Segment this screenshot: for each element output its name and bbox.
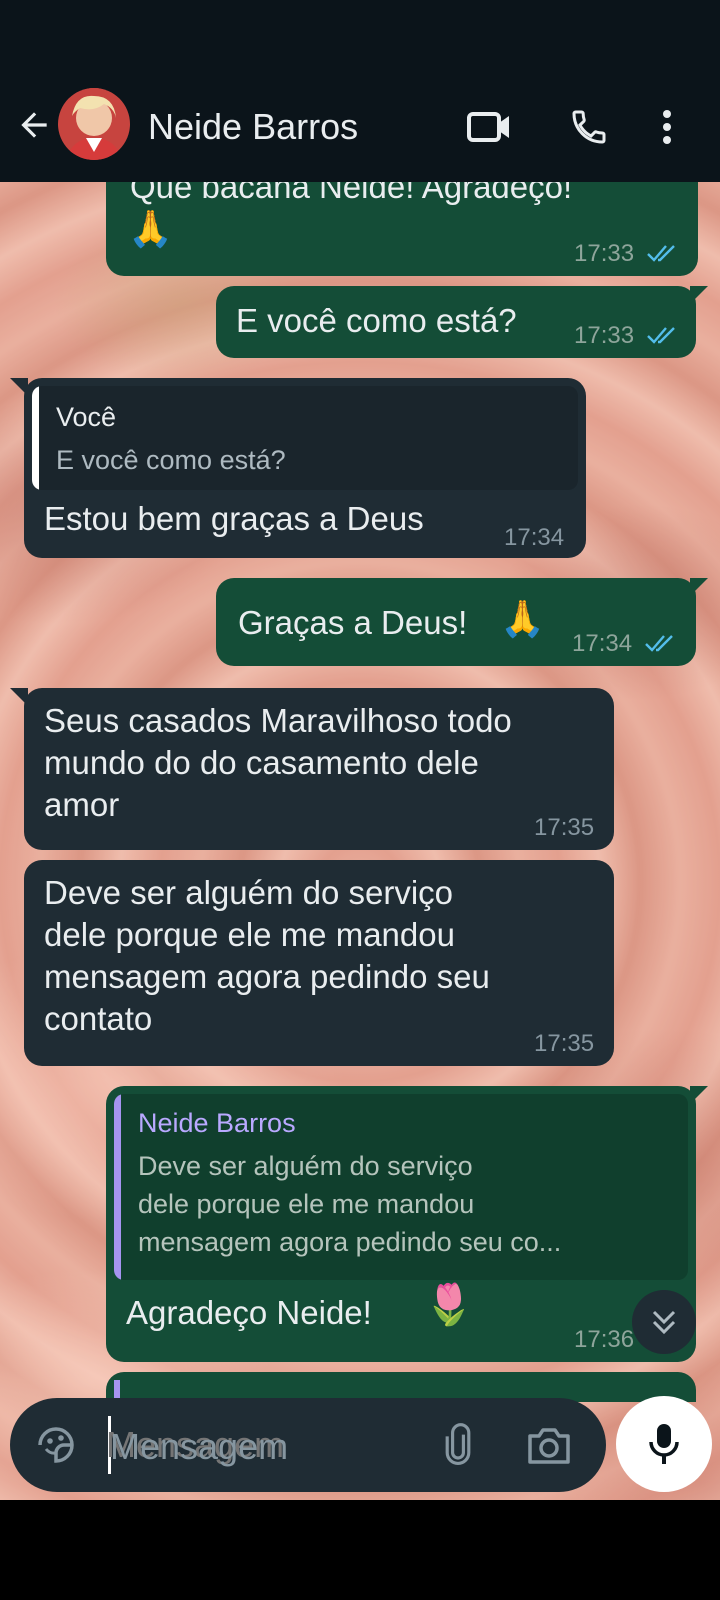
avatar-image xyxy=(58,88,130,160)
message-composer: Mensagem xyxy=(10,1398,606,1492)
quote-text: E você como está? xyxy=(56,445,286,475)
scroll-to-bottom-button[interactable] xyxy=(632,1290,696,1354)
camera-button[interactable] xyxy=(526,1424,574,1466)
message-input-placeholder: Mensagem xyxy=(110,1426,289,1467)
emoji-praying-hands: 🙏 xyxy=(500,598,545,639)
voice-call-button[interactable] xyxy=(564,102,614,152)
double-chevron-down-icon xyxy=(652,1310,676,1335)
message-bubble-incoming[interactable]: Você E você como está? Estou bem graças … xyxy=(24,378,586,558)
message-bubble-outgoing[interactable]: E você como está? 17:33 xyxy=(216,286,696,358)
message-line: Seus casados Maravilhoso todo xyxy=(44,702,512,739)
message-line: dele porque ele me mandou xyxy=(44,916,455,953)
read-ticks-icon xyxy=(647,327,675,344)
attach-button[interactable] xyxy=(440,1422,476,1468)
emoji-tulip: 🌷 xyxy=(424,1283,474,1327)
quote-line: mensagem agora pedindo seu co... xyxy=(138,1227,562,1257)
contact-avatar[interactable] xyxy=(58,88,130,160)
message-line: mensagem agora pedindo seu xyxy=(44,958,490,995)
message-bubble-incoming[interactable]: Deve ser alguém do serviço dele porque e… xyxy=(24,860,614,1066)
quote-line: Deve ser alguém do serviço xyxy=(138,1151,473,1181)
message-time: 17:35 xyxy=(534,814,595,841)
message-bubble-outgoing[interactable]: Graças a Deus! 🙏 17:34 xyxy=(216,578,696,666)
quote-bar xyxy=(114,1094,121,1280)
message-time: 17:34 xyxy=(504,524,565,551)
contact-name[interactable]: Neide Barros xyxy=(148,106,358,148)
arrow-left-icon xyxy=(21,112,47,138)
camera-icon xyxy=(528,1428,570,1464)
read-ticks-icon xyxy=(647,245,675,262)
voice-message-button[interactable] xyxy=(616,1396,712,1492)
message-line: amor xyxy=(44,786,120,823)
message-text: Graças a Deus! xyxy=(238,604,468,641)
message-line: contato xyxy=(44,1000,153,1037)
sticker-button[interactable] xyxy=(34,1423,78,1467)
bubble-tail xyxy=(690,578,708,596)
microphone-icon xyxy=(649,1424,679,1464)
sticker-icon xyxy=(38,1427,74,1463)
message-line: mundo do do casamento dele xyxy=(44,744,479,781)
message-time: 17:36 xyxy=(574,1326,635,1353)
message-text: Agradeço Neide! xyxy=(126,1294,372,1331)
message-time: 17:33 xyxy=(574,240,635,267)
bubble-tail xyxy=(690,1086,708,1104)
paperclip-icon xyxy=(445,1423,471,1465)
quoted-message[interactable]: Neide Barros Deve ser alguém do serviço … xyxy=(114,1094,688,1280)
message-time: 17:34 xyxy=(572,630,633,657)
message-bubble-outgoing[interactable]: Neide Barros Deve ser alguém do serviço … xyxy=(106,1086,696,1362)
video-call-icon xyxy=(467,112,509,142)
message-text: E você como está? xyxy=(236,302,517,339)
message-time: 17:33 xyxy=(574,322,635,349)
quote-author: Você xyxy=(56,402,117,432)
phone-icon xyxy=(572,110,606,144)
more-options-button[interactable] xyxy=(652,102,682,152)
read-ticks-icon xyxy=(645,635,673,652)
message-text: Estou bem graças a Deus xyxy=(44,500,424,537)
quote-line: dele porque ele me mandou xyxy=(138,1189,475,1219)
more-vert-icon xyxy=(663,110,671,144)
status-bar xyxy=(0,0,720,90)
quoted-message[interactable]: Você E você como está? xyxy=(32,386,578,490)
message-line: Deve ser alguém do serviço xyxy=(44,874,454,911)
quote-author: Neide Barros xyxy=(138,1108,296,1138)
video-call-button[interactable] xyxy=(462,104,516,150)
navigation-bar-area xyxy=(0,1500,720,1600)
message-bubble-incoming[interactable]: Seus casados Maravilhoso todo mundo do d… xyxy=(24,688,614,850)
message-time: 17:35 xyxy=(534,1030,595,1057)
back-button[interactable] xyxy=(14,100,54,150)
bubble-tail xyxy=(690,286,708,304)
emoji-praying-hands: 🙏 xyxy=(128,208,173,249)
quote-bar xyxy=(32,386,39,490)
